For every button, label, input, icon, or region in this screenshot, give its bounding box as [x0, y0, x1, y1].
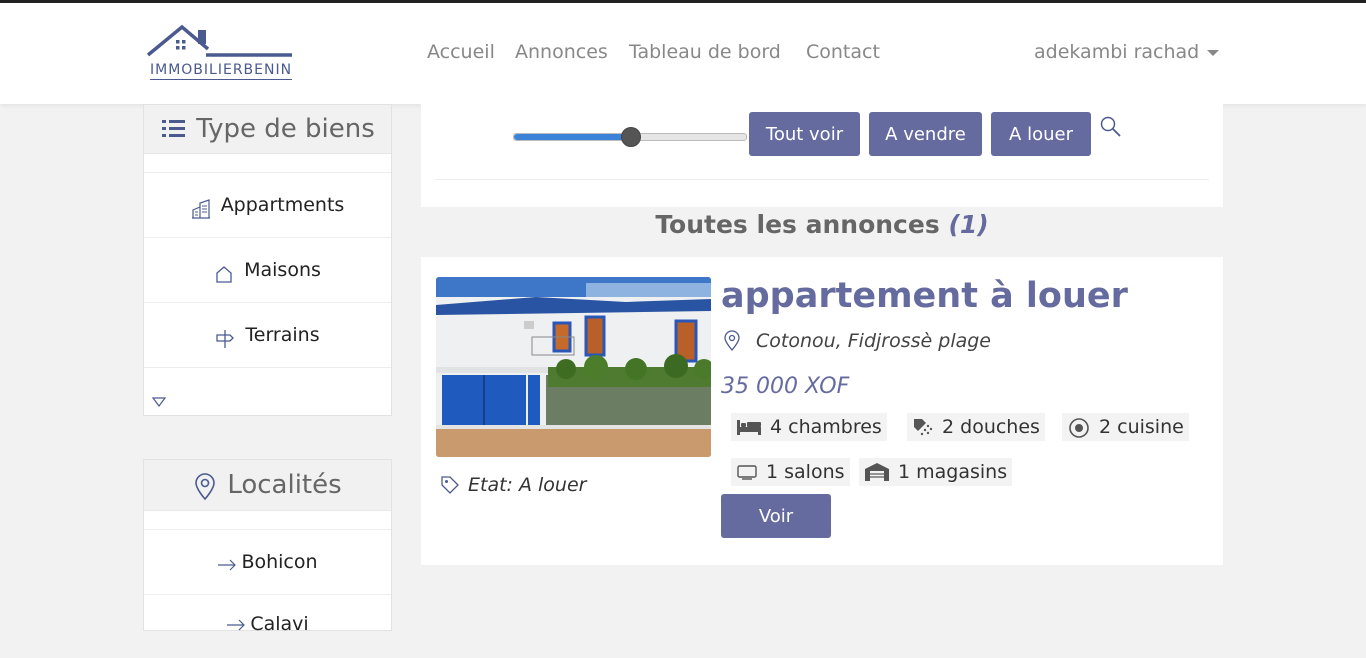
- sidebar-item-label: Calavi: [250, 613, 309, 635]
- feature-label: 1 salons: [766, 461, 845, 483]
- shower-icon: [914, 419, 933, 436]
- sidebar-item-label: Appartments: [220, 194, 345, 216]
- range-thumb[interactable]: [621, 127, 641, 147]
- feature-chambres: 4 chambres: [731, 413, 887, 441]
- localites-panel-title: Localités: [227, 470, 342, 500]
- house-logo-icon: [146, 24, 292, 57]
- feature-magasins: 1 magasins: [859, 458, 1013, 486]
- feature-cuisine: 2 cuisine: [1062, 413, 1189, 441]
- nav-link-accueil[interactable]: Accueil: [427, 41, 495, 63]
- nav-link-tableau-de-bord[interactable]: Tableau de bord: [629, 41, 781, 63]
- type-panel: Type de biens Appartments Maisons Terrai…: [143, 104, 392, 416]
- listing-etat-text: Etat: A louer: [468, 474, 587, 496]
- list-icon: [162, 120, 186, 137]
- tag-icon: [441, 476, 459, 494]
- a-louer-button[interactable]: A louer: [991, 112, 1091, 156]
- listing-price: 35 000 XOF: [721, 374, 850, 399]
- sidebar-item-label: Bohicon: [241, 551, 318, 573]
- a-vendre-button[interactable]: A vendre: [869, 112, 982, 156]
- sidebar-item-terrains[interactable]: Terrains: [144, 302, 391, 367]
- sidebar-item-maisons[interactable]: Maisons: [144, 237, 391, 302]
- feature-salons: 1 salons: [731, 458, 850, 486]
- type-panel-header: Type de biens: [144, 105, 391, 154]
- user-dropdown[interactable]: adekambi rachad: [1034, 41, 1220, 63]
- feature-label: 2 cuisine: [1099, 416, 1184, 438]
- arrow-right-icon: [218, 559, 237, 571]
- sidebar-item-label: Maisons: [244, 259, 321, 281]
- localites-panel-header: Localités: [144, 460, 391, 511]
- cooking-pan-icon: [1069, 418, 1089, 438]
- sidebar-item-appartments[interactable]: Appartments: [144, 172, 391, 237]
- arrow-right-icon: [227, 619, 246, 631]
- listing-etat: Etat: A louer: [440, 474, 586, 496]
- brand-name: IMMOBILIERBENIN: [150, 62, 293, 80]
- signpost-icon: [216, 330, 235, 348]
- map-pin-icon: [195, 473, 216, 501]
- type-panel-title: Type de biens: [196, 114, 375, 144]
- sidebar-item-label: Terrains: [245, 324, 320, 346]
- listings-count: (1): [948, 210, 989, 239]
- voir-button[interactable]: Voir: [721, 494, 831, 538]
- search-icon[interactable]: [1100, 116, 1122, 138]
- nav-link-annonces[interactable]: Annonces: [515, 41, 608, 63]
- listing-location: Cotonou, Fidjrossè plage: [723, 330, 991, 352]
- feature-label: 2 douches: [942, 416, 1040, 438]
- listing-photo[interactable]: [436, 277, 711, 457]
- chevron-down-icon[interactable]: [151, 396, 167, 408]
- range-fill: [514, 134, 630, 140]
- divider: [435, 179, 1209, 180]
- building-icon: [191, 199, 210, 219]
- brand-logo[interactable]: IMMOBILIERBENIN: [146, 23, 321, 85]
- warehouse-icon: [865, 463, 889, 481]
- panel-footer: [144, 367, 391, 414]
- caret-down-icon: [1207, 49, 1220, 56]
- map-pin-icon: [724, 330, 740, 351]
- listings-area: Tout voir A vendre A louer Toutes les an…: [421, 104, 1223, 565]
- feature-label: 4 chambres: [770, 416, 882, 438]
- sidebar-item-bohicon[interactable]: Bohicon: [144, 529, 391, 594]
- listings-heading: Toutes les annonces (1): [421, 207, 1223, 257]
- tv-icon: [737, 465, 757, 480]
- listing-location-text: Cotonou, Fidjrossè plage: [756, 330, 991, 352]
- listing-title[interactable]: appartement à louer: [721, 276, 1128, 316]
- listings-heading-text: Toutes les annonces: [655, 210, 940, 239]
- feature-label: 1 magasins: [898, 461, 1008, 483]
- house-icon: [216, 266, 232, 283]
- localites-panel: Localités Bohicon Calavi: [143, 459, 392, 635]
- bed-icon: [737, 420, 761, 435]
- feature-douches: 2 douches: [907, 413, 1045, 441]
- sidebar-item-calavi[interactable]: Calavi: [144, 594, 391, 658]
- nav-link-contact[interactable]: Contact: [806, 41, 880, 63]
- price-range-slider[interactable]: [513, 127, 747, 147]
- user-name: adekambi rachad: [1034, 41, 1200, 63]
- navbar: IMMOBILIERBENIN Accueil Annonces Tableau…: [0, 3, 1366, 104]
- tout-voir-button[interactable]: Tout voir: [749, 112, 860, 156]
